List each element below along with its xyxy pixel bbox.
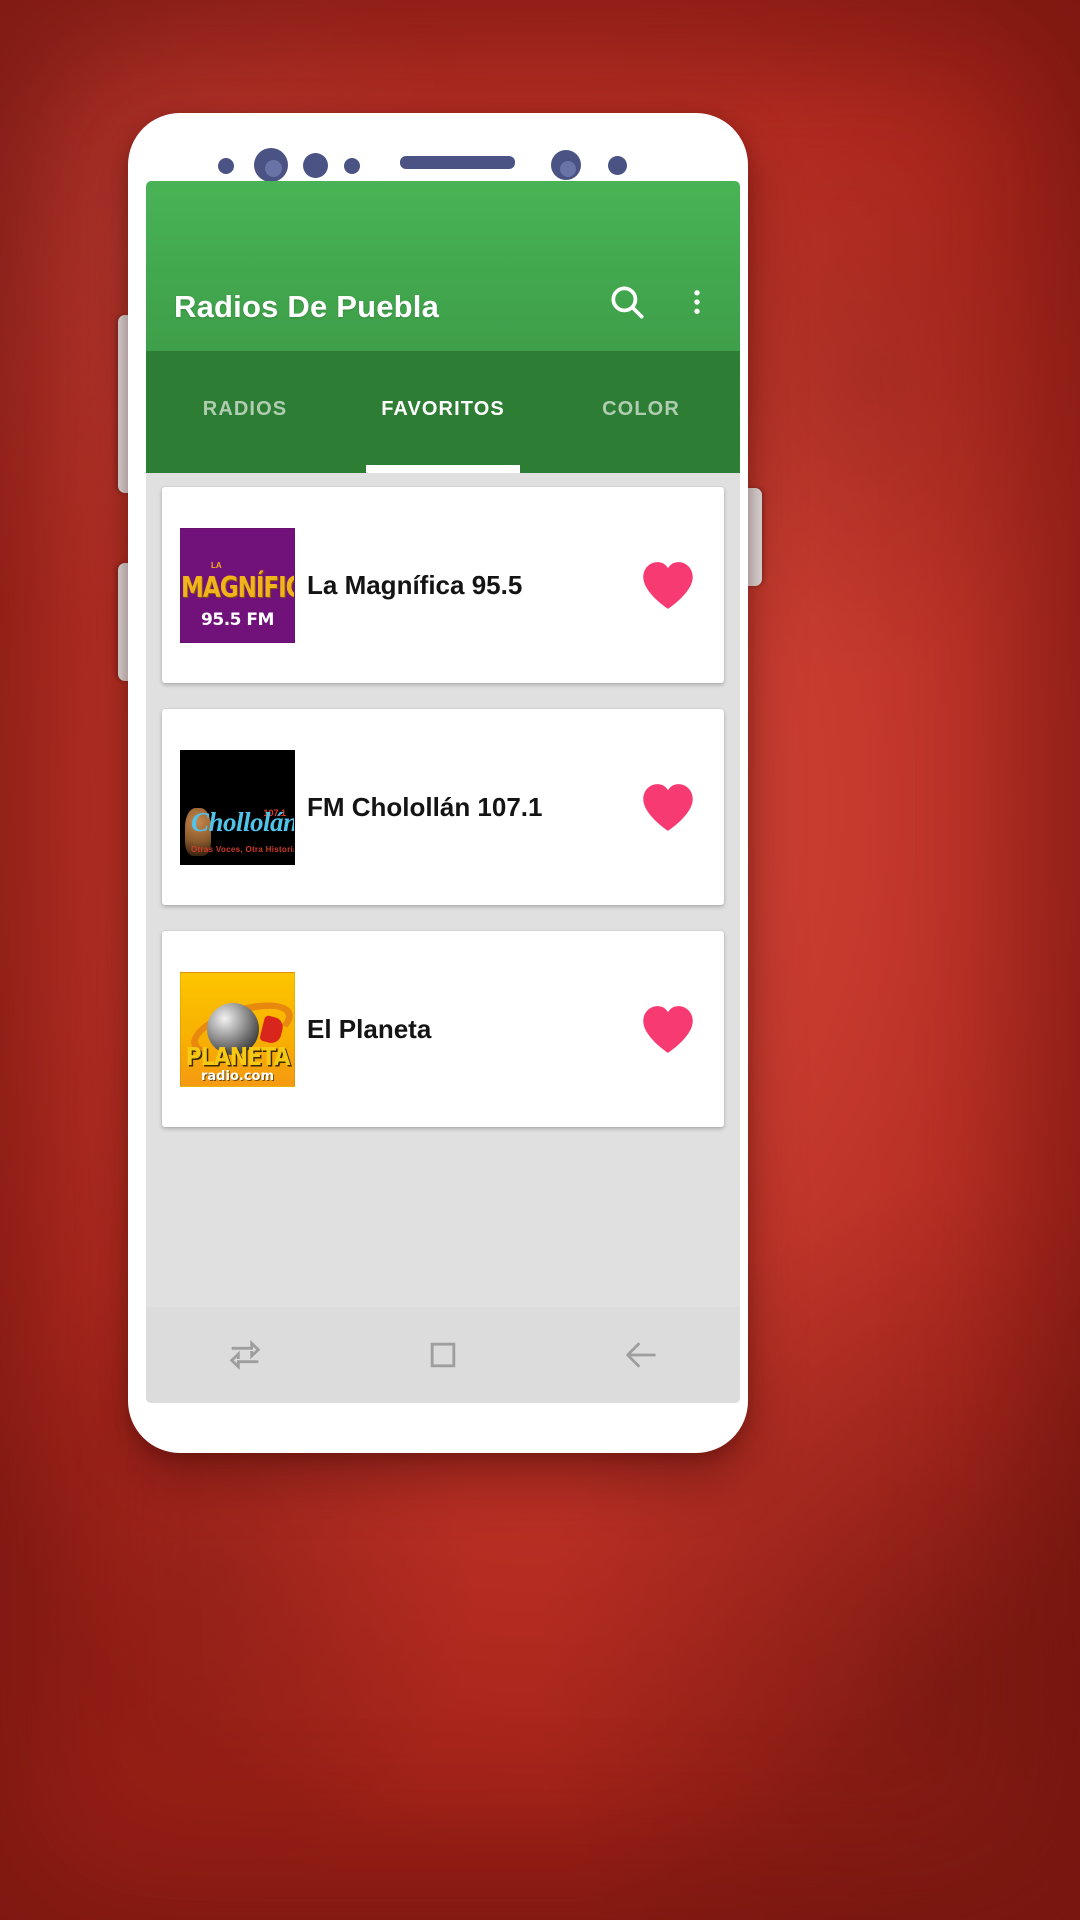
power-button[interactable] bbox=[746, 488, 762, 586]
list-item[interactable]: 107.1 Chollolán Otras Voces, Otra Histor… bbox=[162, 709, 724, 905]
station-logo-sub-text: 95.5 FM bbox=[201, 609, 274, 630]
tab-color[interactable]: COLOR bbox=[542, 351, 740, 473]
station-logo: LA MAGNÍFICA 95.5 FM bbox=[180, 527, 295, 643]
heart-filled-icon bbox=[643, 562, 693, 609]
sensor-cluster bbox=[128, 141, 748, 182]
android-nav-bar bbox=[146, 1307, 740, 1403]
iris-sensor-dot bbox=[303, 153, 328, 178]
list-item[interactable]: PLANETA radio.com El Planeta bbox=[162, 931, 724, 1127]
home-square-icon[interactable] bbox=[423, 1335, 463, 1375]
heart-filled-icon bbox=[643, 784, 693, 831]
heart-filled-icon bbox=[643, 1006, 693, 1053]
app-bar: Radios De Puebla bbox=[146, 181, 740, 351]
station-name: FM Cholollán 107.1 bbox=[307, 791, 543, 822]
favorite-toggle[interactable] bbox=[640, 781, 702, 833]
tab-radios[interactable]: RADIOS bbox=[146, 351, 344, 473]
more-vert-icon[interactable] bbox=[682, 281, 712, 323]
recents-icon[interactable] bbox=[225, 1335, 265, 1375]
station-logo: PLANETA radio.com bbox=[180, 971, 295, 1087]
favorites-list[interactable]: LA MAGNÍFICA 95.5 FM La Magnífica 95.5 bbox=[146, 473, 740, 1307]
tab-favoritos-label: FAVORITOS bbox=[381, 397, 505, 420]
screenshot-root: Radios De Puebla RADIOS FAVORITOS COLOR … bbox=[0, 0, 1080, 1920]
phone-screen: Radios De Puebla RADIOS FAVORITOS COLOR … bbox=[146, 181, 740, 1403]
favorite-toggle[interactable] bbox=[640, 559, 702, 611]
tab-radios-label: RADIOS bbox=[202, 397, 288, 420]
app-bar-actions bbox=[606, 281, 712, 325]
search-icon[interactable] bbox=[606, 281, 648, 323]
led-indicator-dot bbox=[608, 156, 627, 175]
favorite-toggle[interactable] bbox=[640, 1003, 702, 1055]
station-logo-main-text: PLANETA bbox=[185, 1042, 291, 1072]
station-logo-sub-text: Otras Voces, Otra Historia bbox=[191, 844, 295, 854]
list-item[interactable]: LA MAGNÍFICA 95.5 FM La Magnífica 95.5 bbox=[162, 487, 724, 683]
light-sensor-dot bbox=[344, 158, 360, 174]
station-logo: 107.1 Chollolán Otras Voces, Otra Histor… bbox=[180, 749, 295, 865]
phone-mockup: Radios De Puebla RADIOS FAVORITOS COLOR … bbox=[128, 113, 748, 1453]
proximity-sensor-dot bbox=[218, 158, 234, 174]
station-logo-main-text: MAGNÍFICA bbox=[181, 571, 294, 604]
front-camera-lens-inner bbox=[265, 160, 282, 177]
back-arrow-icon[interactable] bbox=[621, 1335, 661, 1375]
tab-favoritos[interactable]: FAVORITOS bbox=[344, 351, 542, 473]
tab-bar: RADIOS FAVORITOS COLOR bbox=[146, 351, 740, 473]
earpiece-speaker bbox=[400, 156, 515, 169]
secondary-camera-lens-inner bbox=[560, 161, 576, 177]
station-name: El Planeta bbox=[307, 1013, 432, 1044]
page-title: Radios De Puebla bbox=[174, 289, 440, 324]
station-logo-tiny-text: LA bbox=[211, 560, 222, 570]
tab-color-label: COLOR bbox=[602, 397, 680, 420]
station-logo-sub-text: radio.com bbox=[201, 1068, 274, 1084]
station-logo-main-text: Chollolán bbox=[191, 806, 295, 837]
station-name: La Magnífica 95.5 bbox=[307, 569, 523, 600]
